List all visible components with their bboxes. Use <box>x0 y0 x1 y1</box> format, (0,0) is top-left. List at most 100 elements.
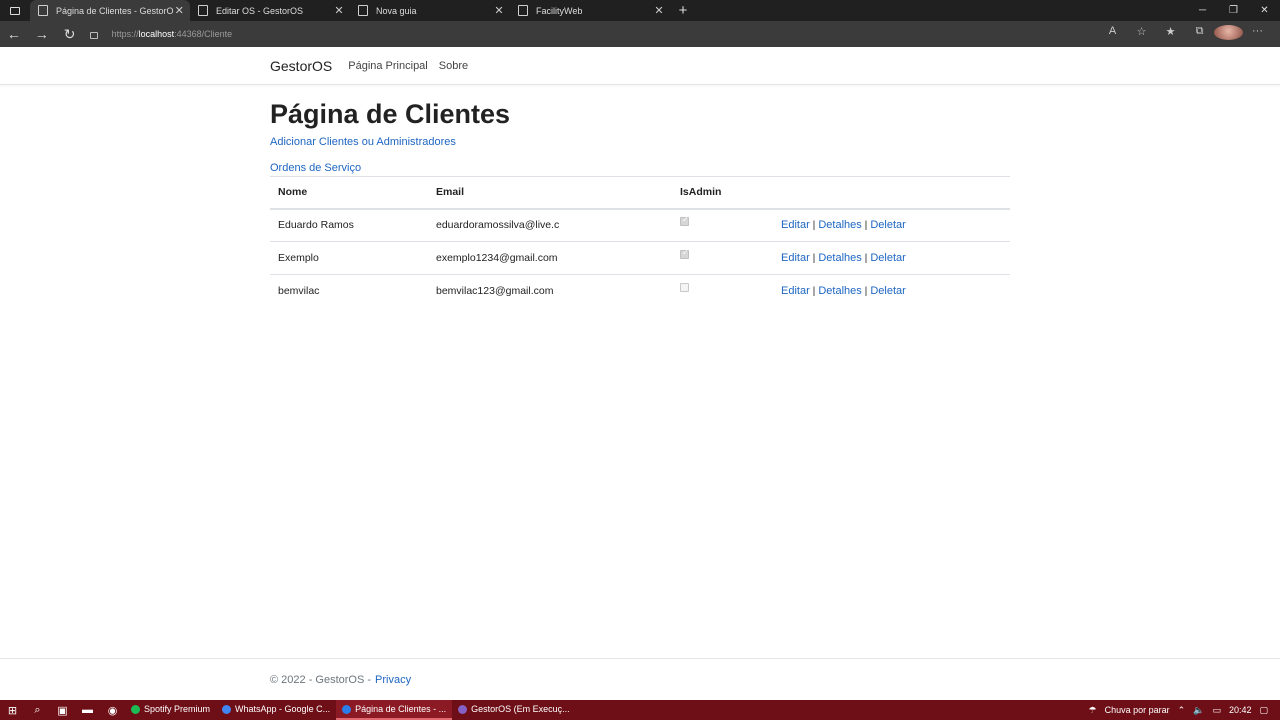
edit-link[interactable]: Editar <box>781 252 810 264</box>
separator: | <box>812 219 816 232</box>
create-client-link[interactable]: Adicionar Clientes ou Administradores <box>270 136 1010 148</box>
tab-label: Editar OS - GestorOS <box>216 5 304 16</box>
header-nome: Nome <box>278 186 308 199</box>
isadmin-checkbox <box>680 248 689 259</box>
tab-label: Página de Clientes - GestorOS <box>56 5 175 16</box>
tab-nova-guia[interactable]: Nova guia ✕ <box>350 0 510 21</box>
taskbar-app[interactable]: Spotify Premium <box>125 700 216 720</box>
service-orders-link[interactable]: Ordens de Serviço <box>270 162 1010 174</box>
app-icon <box>458 704 468 714</box>
favorites-icon[interactable]: ★ <box>1156 25 1185 43</box>
more-icon[interactable]: ··· <box>1243 25 1272 43</box>
cell-email: bemvilac123@gmail.com <box>436 285 554 298</box>
tab-editar-os[interactable]: Editar OS - GestorOS ✕ <box>190 0 350 21</box>
taskbar-app[interactable]: GestorOS (Em Execuç... <box>452 700 576 720</box>
header-isadmin: IsAdmin <box>680 186 722 199</box>
taskbar-app-label: Página de Clientes - ... <box>355 704 447 714</box>
delete-link[interactable]: Deletar <box>870 285 905 297</box>
close-icon[interactable]: ✕ <box>334 4 344 17</box>
browser-tools: A ☆ ★ ⧉ ··· <box>1098 25 1272 43</box>
window-close-icon[interactable]: ✕ <box>1249 0 1280 21</box>
lock-icon[interactable] <box>89 31 98 39</box>
weather-text[interactable]: Chuva por parar <box>1105 705 1170 715</box>
refresh-icon[interactable]: ↻ <box>56 26 84 43</box>
cell-email: eduardoramossilva@live.c <box>436 219 560 232</box>
details-link[interactable]: Detalhes <box>818 252 861 264</box>
app-icon <box>222 704 232 714</box>
edit-link[interactable]: Editar <box>781 285 810 297</box>
tab-label: Nova guia <box>376 5 417 16</box>
tab-facilityweb[interactable]: FacilityWeb ✕ <box>510 0 670 21</box>
taskview-icon[interactable]: ▣ <box>50 704 75 717</box>
cell-isadmin <box>672 242 773 275</box>
privacy-link[interactable]: Privacy <box>375 674 411 686</box>
separator: | <box>812 252 816 264</box>
page-icon <box>518 5 528 16</box>
table-row: Exemplo exemplo1234@gmail.com Editar | D… <box>270 242 1010 275</box>
delete-link[interactable]: Deletar <box>870 219 905 231</box>
volume-icon[interactable]: 🔈 <box>1193 705 1204 716</box>
url-scheme: https:// <box>111 29 139 39</box>
whatsapp-icon[interactable]: ◉ <box>100 704 125 717</box>
app-icon <box>342 704 352 714</box>
brand-link[interactable]: GestorOS <box>270 58 332 74</box>
windows-taskbar: ⊞ ⌕ ▣ ▬ ◉ Spotify Premium WhatsApp - Goog… <box>0 700 1280 720</box>
footer-copyright: © 2022 - GestorOS - <box>270 673 372 686</box>
new-tab-page-icon <box>358 5 368 16</box>
read-aloud-icon[interactable]: A <box>1098 25 1127 43</box>
tab-actions-icon[interactable] <box>0 0 30 21</box>
web-page: GestorOS Página Principal Sobre Página d… <box>0 47 1280 700</box>
windows-start-icon[interactable]: ⊞ <box>0 704 25 717</box>
taskbar-app-label: Spotify Premium <box>144 704 211 714</box>
new-tab-icon[interactable]: + <box>670 0 696 21</box>
back-icon[interactable]: ← <box>0 26 28 42</box>
notifications-icon[interactable]: ▢ <box>1259 705 1268 716</box>
network-icon[interactable]: ▭ <box>1212 705 1221 716</box>
close-icon[interactable]: ✕ <box>654 4 664 17</box>
site-footer: © 2022 - GestorOS - Privacy <box>0 658 1280 700</box>
main-content: Página de Clientes Adicionar Clientes ou… <box>270 97 1010 308</box>
cell-isadmin <box>672 275 773 308</box>
search-icon[interactable]: ⌕ <box>25 704 50 717</box>
clock[interactable]: 20:42 <box>1229 705 1252 715</box>
url-path: :44368/Cliente <box>174 29 233 39</box>
close-icon[interactable]: ✕ <box>494 4 504 17</box>
cell-actions: Editar | Detalhes | Deletar <box>773 242 1010 275</box>
taskbar-app[interactable]: Página de Clientes - ... <box>336 700 453 720</box>
system-tray: ☂ Chuva por parar ⌃ 🔈 ▭ 20:42 ▢ <box>1089 705 1280 716</box>
separator: | <box>864 252 868 264</box>
taskbar-app-label: WhatsApp - Google C... <box>235 704 331 714</box>
page-icon <box>38 5 48 16</box>
forward-icon[interactable]: → <box>28 26 56 42</box>
tab-paginas-clientes[interactable]: Página de Clientes - GestorOS ✕ <box>30 0 190 21</box>
profile-avatar[interactable] <box>1214 25 1244 43</box>
cell-actions: Editar | Detalhes | Deletar <box>773 209 1010 242</box>
weather-icon[interactable]: ☂ <box>1089 705 1097 716</box>
chevron-up-icon[interactable]: ⌃ <box>1178 705 1186 716</box>
add-favorite-icon[interactable]: ☆ <box>1127 25 1156 43</box>
details-link[interactable]: Detalhes <box>818 285 861 297</box>
delete-link[interactable]: Deletar <box>870 252 905 264</box>
isadmin-checkbox <box>680 215 689 227</box>
nav-link-about[interactable]: Sobre <box>439 60 468 72</box>
close-icon[interactable]: ✕ <box>174 4 184 17</box>
edit-link[interactable]: Editar <box>781 219 810 231</box>
cell-nome: bemvilac <box>278 285 320 298</box>
cell-isadmin <box>672 209 773 242</box>
taskbar-app[interactable]: WhatsApp - Google C... <box>216 700 336 720</box>
page-icon <box>198 5 208 16</box>
site-navbar: GestorOS Página Principal Sobre <box>0 47 1280 85</box>
url-input[interactable]: https://localhost:44368/Cliente <box>89 24 1098 44</box>
minimize-icon[interactable]: ─ <box>1187 0 1218 21</box>
table-header-row: Nome Email IsAdmin <box>270 176 1010 209</box>
details-link[interactable]: Detalhes <box>818 219 861 231</box>
app-icon <box>131 704 140 714</box>
restore-icon[interactable]: ❐ <box>1218 0 1249 21</box>
cell-nome: Eduardo Ramos <box>278 219 354 232</box>
nav-link-home[interactable]: Página Principal <box>348 60 428 72</box>
collections-icon[interactable]: ⧉ <box>1185 25 1214 43</box>
file-explorer-icon[interactable]: ▬ <box>75 704 100 716</box>
url-host: localhost <box>138 29 175 39</box>
browser-tab-bar: Página de Clientes - GestorOS ✕ Editar O… <box>0 0 1280 21</box>
separator: | <box>864 285 868 298</box>
